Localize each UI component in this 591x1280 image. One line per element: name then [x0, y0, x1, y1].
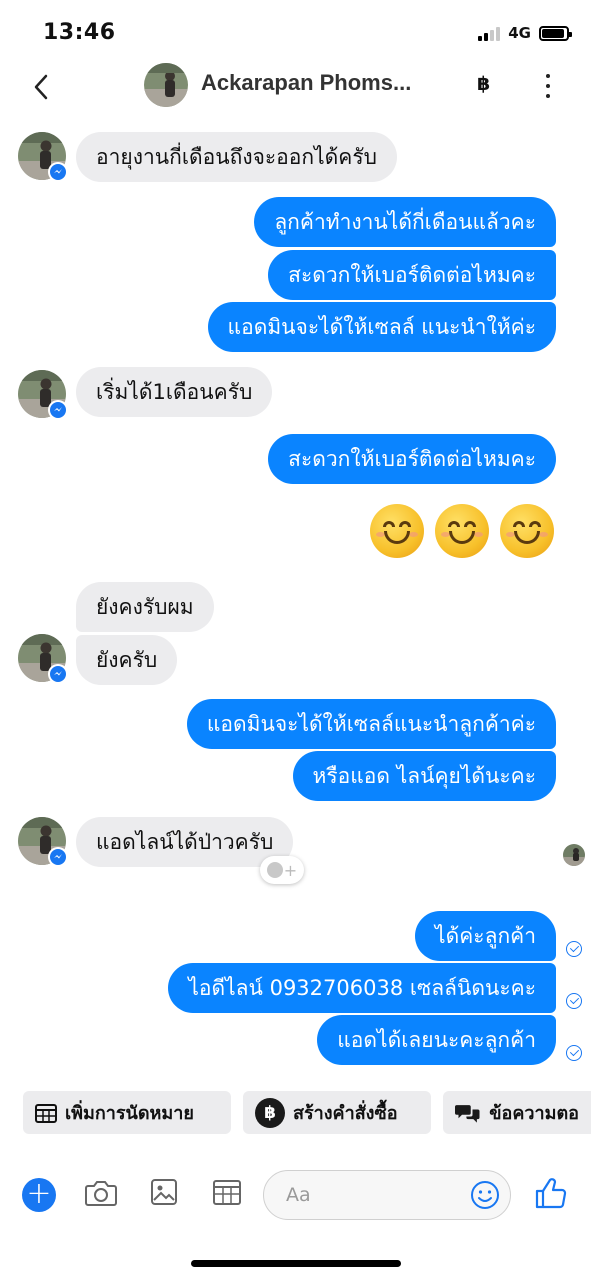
smiling-face-icon — [500, 504, 554, 558]
quick-action-create-order[interactable]: ฿ สร้างคำสั่งซื้อ — [243, 1091, 431, 1134]
message-bubble-outgoing[interactable]: แอดได้เลยนะคะลูกค้า — [317, 1015, 556, 1065]
quick-action-label: ข้อความตอ — [489, 1103, 579, 1124]
contact-name[interactable]: Ackarapan Phoms... — [201, 70, 451, 96]
message-input[interactable]: Aa — [263, 1170, 511, 1220]
delivered-check-icon — [566, 993, 582, 1009]
status-time: 13:46 — [43, 20, 116, 45]
home-indicator — [191, 1260, 401, 1267]
chat-bubbles-icon — [455, 1104, 480, 1123]
signal-icon — [478, 25, 501, 41]
message-bubble-outgoing[interactable]: แอดมินจะได้ให้เซลล์ แนะนำให้ค่ะ — [207, 302, 556, 352]
delivered-check-icon — [566, 1045, 582, 1061]
message-bubble-outgoing[interactable]: ได้ค่ะลูกค้า — [415, 911, 556, 961]
quick-action-label: สร้างคำสั่งซื้อ — [293, 1103, 398, 1124]
camera-icon[interactable] — [84, 1178, 118, 1208]
network-type: 4G — [508, 24, 531, 42]
message-bubble-outgoing[interactable]: สะดวกให้เบอร์ติดต่อไหมคะ — [268, 434, 556, 484]
thumbs-up-icon[interactable] — [533, 1175, 569, 1211]
message-bubble-incoming[interactable]: อายุงานกี่เดือนถึงจะออกได้ครับ — [76, 132, 397, 182]
messenger-badge-icon — [48, 664, 68, 684]
message-bubble-outgoing[interactable]: แอดมินจะได้ให้เซลล์แนะนำลูกค้าค่ะ — [186, 699, 556, 749]
smiling-face-icon — [435, 504, 489, 558]
back-chevron-icon[interactable] — [30, 72, 56, 102]
smiling-face-icon — [370, 504, 424, 558]
messenger-badge-icon — [48, 162, 68, 182]
messenger-badge-icon — [48, 847, 68, 867]
baht-icon: ฿ — [255, 1097, 285, 1128]
messenger-badge-icon — [48, 400, 68, 420]
calendar-icon — [35, 1103, 57, 1123]
message-bubble-outgoing[interactable]: หรือแอด ไลน์คุยได้นะคะ — [292, 751, 556, 801]
baht-icon[interactable]: ฿ — [477, 73, 490, 95]
message-bubble-incoming[interactable]: แอดไลน์ได้ป่าวครับ — [76, 817, 294, 867]
emoji-picker-icon[interactable] — [470, 1180, 500, 1210]
message-bubble-incoming[interactable]: ยังครับ — [76, 635, 178, 685]
more-options-icon[interactable] — [540, 74, 556, 98]
delivered-check-icon — [566, 941, 582, 957]
quick-action-label: เพิ่มการนัดหมาย — [65, 1103, 194, 1124]
quick-action-saved-replies[interactable]: ข้อความตอ — [443, 1091, 591, 1134]
calendar-grid-icon[interactable] — [212, 1178, 242, 1206]
image-icon[interactable] — [150, 1178, 178, 1206]
add-plus-icon[interactable]: + — [22, 1178, 56, 1212]
emoji-text: 😊😊😊 — [370, 503, 373, 504]
message-bubble-outgoing[interactable]: ลูกค้าทำงานได้กี่เดือนแล้วคะ — [254, 197, 556, 247]
status-bar: 13:46 4G — [0, 0, 591, 62]
status-indicators: 4G — [478, 24, 572, 42]
seen-avatar — [563, 844, 585, 866]
quick-action-add-appointment[interactable]: เพิ่มการนัดหมาย — [23, 1091, 231, 1134]
message-input-placeholder: Aa — [286, 1184, 311, 1206]
message-bubble-incoming[interactable]: ยังคงรับผม — [76, 582, 214, 632]
emoji-message[interactable]: 😊😊😊 — [370, 503, 556, 559]
add-reaction-button[interactable]: + — [260, 856, 304, 884]
message-bubble-outgoing[interactable]: สะดวกให้เบอร์ติดต่อไหมคะ — [268, 250, 556, 300]
battery-icon — [539, 25, 572, 41]
message-bubble-incoming[interactable]: เริ่มได้1เดือนครับ — [76, 367, 273, 417]
chat-header: Ackarapan Phoms... ฿ — [0, 60, 591, 114]
contact-avatar[interactable] — [144, 63, 188, 107]
message-composer: + Aa — [0, 1160, 591, 1230]
message-bubble-outgoing[interactable]: ไอดีไลน์ 0932706038 เซลล์นิดนะคะ — [168, 963, 556, 1013]
